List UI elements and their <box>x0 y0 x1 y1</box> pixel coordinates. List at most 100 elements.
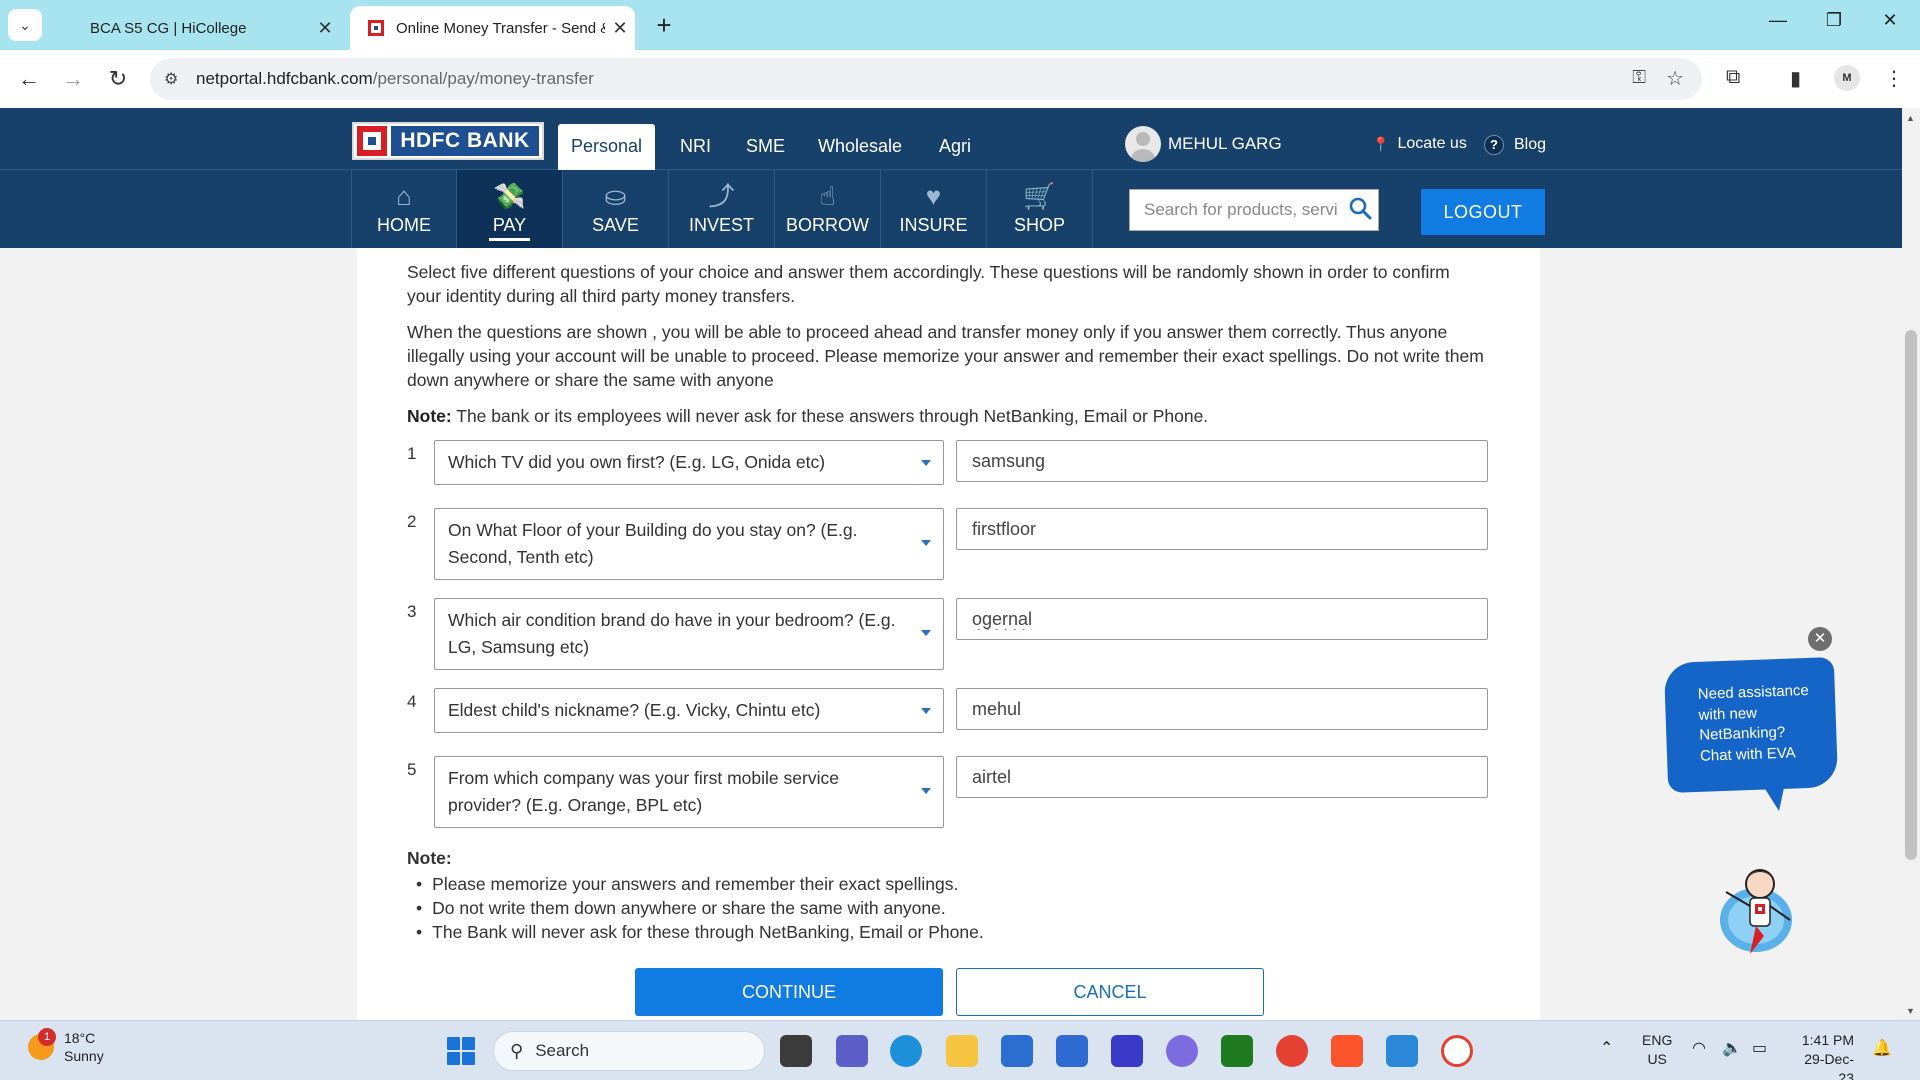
forward-button[interactable]: → <box>58 65 88 93</box>
wifi-icon[interactable]: ◠ <box>1692 1039 1706 1058</box>
question-select-1[interactable]: Which TV did you own first? (E.g. LG, On… <box>434 440 944 485</box>
nav-insure[interactable]: ♥ INSURE <box>881 170 987 248</box>
battery-icon[interactable]: ▭ <box>1752 1039 1767 1058</box>
microsoft-store-icon[interactable] <box>1056 1035 1088 1067</box>
file-explorer-icon[interactable] <box>946 1035 978 1067</box>
question-text: Which TV did you own first? (E.g. LG, On… <box>448 452 826 472</box>
task-view-icon[interactable] <box>780 1035 812 1067</box>
segment-tab-agri[interactable]: Agri <box>939 136 971 157</box>
page-scrollbar[interactable]: ▲ ▼ <box>1902 108 1920 1020</box>
scrollbar-thumb[interactable] <box>1905 330 1917 860</box>
question-select-2[interactable]: On What Floor of your Building do you st… <box>434 508 944 580</box>
edge-browser-icon[interactable] <box>890 1035 922 1067</box>
photos-icon[interactable] <box>1386 1035 1418 1067</box>
browser-tabstrip: ⌄ BCA S5 CG | HiCollege ✕ Online Money T… <box>0 0 1920 50</box>
browser-tab-hdfc[interactable]: Online Money Transfer - Send & Receive ✕ <box>350 6 635 50</box>
lang-1: ENG <box>1642 1032 1673 1048</box>
intro-paragraph-1: Select five different questions of your … <box>407 262 1450 306</box>
blog-label: Blog <box>1514 136 1547 153</box>
chrome-profile-icon[interactable] <box>1441 1035 1473 1067</box>
continue-button[interactable]: CONTINUE <box>635 968 943 1016</box>
profile-avatar[interactable]: M <box>1834 65 1860 91</box>
site-info-icon[interactable]: ⚙ <box>164 69 178 89</box>
mail-icon[interactable] <box>1001 1035 1033 1067</box>
language-indicator[interactable]: ENG US <box>1642 1031 1672 1069</box>
note-label: Note: <box>407 406 452 426</box>
chat-close-icon[interactable]: ✕ <box>1808 627 1832 651</box>
nav-home[interactable]: ⌂ HOME <box>351 170 457 248</box>
segment-tab-personal[interactable]: Personal <box>558 124 655 170</box>
back-button[interactable]: ← <box>14 65 44 93</box>
security-questions-panel: Select five different questions of your … <box>357 248 1540 1020</box>
windows-start-icon[interactable] <box>447 1037 475 1065</box>
list-item: The Bank will never ask for these throug… <box>430 920 984 944</box>
nav-borrow[interactable]: ☝ BORROW <box>775 170 881 248</box>
hdfc-logo[interactable]: HDFC BANK <box>352 122 544 160</box>
brave-browser-icon[interactable] <box>1331 1035 1363 1067</box>
xbox-icon[interactable] <box>1221 1035 1253 1067</box>
browser-tab-hicollege[interactable]: BCA S5 CG | HiCollege ✕ <box>66 6 340 50</box>
math-app-icon[interactable] <box>1111 1035 1143 1067</box>
weather-desc: Sunny <box>64 1048 104 1064</box>
copilot-icon[interactable] <box>1166 1035 1198 1067</box>
nav-pay[interactable]: 💸 PAY <box>457 170 563 248</box>
restore-button[interactable]: ❐ <box>1814 10 1854 31</box>
eva-chat-bubble[interactable]: Need assistance with new NetBanking? Cha… <box>1663 657 1839 793</box>
cancel-button[interactable]: CANCEL <box>956 968 1264 1016</box>
password-key-icon[interactable]: ⚿ <box>1632 67 1646 88</box>
logout-button[interactable]: LOGOUT <box>1421 189 1545 235</box>
insure-icon: ♥ <box>925 181 942 211</box>
segment-tab-wholesale[interactable]: Wholesale <box>818 136 902 157</box>
question-text: From which company was your first mobile… <box>448 768 839 815</box>
question-select-5[interactable]: From which company was your first mobile… <box>434 756 944 828</box>
clock[interactable]: 1:41 PM 29-Dec-23 <box>1794 1031 1854 1080</box>
nav-invest[interactable]: ⤴ INVEST <box>669 170 775 248</box>
dropdown-caret-icon <box>921 630 931 636</box>
close-icon[interactable]: ✕ <box>605 18 635 39</box>
segment-tab-sme[interactable]: SME <box>746 136 785 157</box>
question-select-3[interactable]: Which air condition brand do have in you… <box>434 598 944 670</box>
answer-input-4[interactable] <box>956 688 1488 730</box>
product-search-input[interactable] <box>1130 190 1350 230</box>
volume-icon[interactable]: 🔈 <box>1722 1039 1742 1058</box>
scroll-up-arrow-icon[interactable]: ▲ <box>1906 113 1915 123</box>
blog-link[interactable]: ? Blog <box>1484 135 1546 155</box>
extensions-icon[interactable]: ⧉ <box>1726 66 1740 89</box>
answer-input-5[interactable] <box>956 756 1488 798</box>
reload-button[interactable]: ↻ <box>103 65 133 93</box>
browser-menu-icon[interactable]: ⋮ <box>1884 66 1904 91</box>
scroll-down-arrow-icon[interactable]: ▼ <box>1906 1006 1915 1016</box>
close-window-button[interactable]: ✕ <box>1870 10 1910 31</box>
answer-input-3[interactable] <box>956 598 1488 640</box>
teams-chat-icon[interactable] <box>836 1035 868 1067</box>
nav-save[interactable]: ⛀ SAVE <box>563 170 669 248</box>
address-bar[interactable]: ⚙ netportal.hdfcbank.com/personal/pay/mo… <box>150 58 1702 100</box>
locate-us-link[interactable]: 📍 Locate us <box>1372 135 1467 153</box>
question-number: 4 <box>407 692 417 711</box>
nav-shop[interactable]: 🛒 SHOP <box>987 170 1093 248</box>
minimize-button[interactable]: — <box>1758 10 1798 31</box>
close-icon[interactable]: ✕ <box>310 18 340 39</box>
tab-title: BCA S5 CG | HiCollege <box>90 19 247 37</box>
answer-input-2[interactable] <box>956 508 1488 550</box>
tab-search-button[interactable]: ⌄ <box>8 9 42 41</box>
home-icon: ⌂ <box>396 181 412 211</box>
chrome-icon[interactable] <box>1276 1035 1308 1067</box>
bookmark-star-icon[interactable]: ☆ <box>1666 66 1684 91</box>
new-tab-button[interactable]: + <box>650 11 678 39</box>
eva-assistant-icon[interactable] <box>1710 862 1802 958</box>
question-text: Eldest child's nickname? (E.g. Vicky, Ch… <box>448 700 821 720</box>
product-search[interactable] <box>1129 189 1379 231</box>
notification-bell-icon[interactable]: 🔔 <box>1872 1039 1892 1058</box>
locate-us-label: Locate us <box>1397 135 1467 152</box>
side-panel-icon[interactable]: ▮ <box>1790 66 1801 91</box>
url-text[interactable]: netportal.hdfcbank.com/personal/pay/mone… <box>196 69 594 89</box>
segment-tab-nri[interactable]: NRI <box>680 136 711 157</box>
answer-input-1[interactable] <box>956 440 1488 482</box>
weather-widget[interactable]: 1 18°C Sunny <box>28 1028 104 1065</box>
tray-overflow-icon[interactable]: ⌃ <box>1600 1039 1613 1058</box>
question-select-4[interactable]: Eldest child's nickname? (E.g. Vicky, Ch… <box>434 688 944 733</box>
user-profile[interactable]: MEHUL GARG <box>1125 126 1282 162</box>
taskbar-search[interactable]: ⚲ Search <box>493 1031 765 1071</box>
search-icon[interactable] <box>1348 196 1372 220</box>
